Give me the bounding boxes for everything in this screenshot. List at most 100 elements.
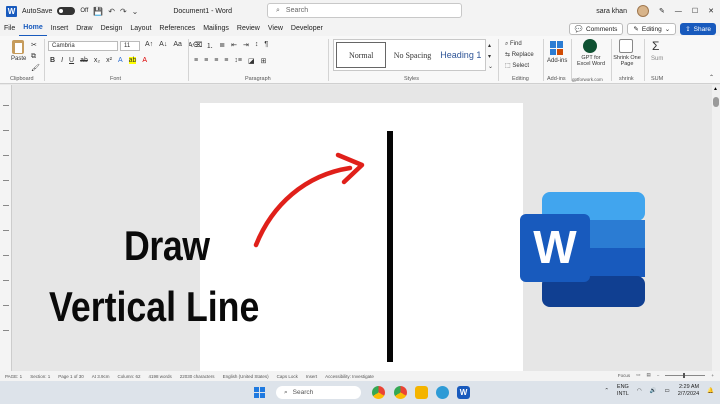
text-effects-icon[interactable]: A [118, 57, 123, 64]
zoom-in-icon[interactable]: + [711, 373, 714, 378]
read-mode-icon[interactable]: ▭ [636, 372, 640, 378]
shrink-page-icon[interactable] [619, 39, 633, 53]
zoom-out-icon[interactable]: − [657, 373, 660, 378]
search-box[interactable]: ⌕ Search [267, 3, 462, 18]
customize-icon[interactable]: ⌄ [132, 7, 139, 16]
align-left-icon[interactable]: ≡ [194, 57, 198, 65]
tab-home[interactable]: Home [19, 21, 47, 37]
status-insert[interactable]: Insert [306, 374, 317, 379]
addins-label[interactable]: Add-ins [547, 58, 567, 64]
numbering-icon[interactable]: ⒈ [206, 41, 213, 51]
styles-expand-icon[interactable]: ⌄ [488, 63, 493, 70]
status-focus[interactable]: Focus [618, 373, 630, 378]
gpt-icon[interactable] [583, 39, 597, 53]
comments-button[interactable]: 💬 Comments [568, 23, 624, 35]
find-button[interactable]: ⌕ Find [505, 39, 534, 50]
status-caps[interactable]: Caps Lock [277, 374, 298, 379]
justify-icon[interactable]: ≡ [224, 57, 228, 65]
styles-scroll-up-icon[interactable]: ▴ [488, 42, 491, 49]
borders-icon[interactable]: ⊞ [261, 57, 267, 65]
status-language[interactable]: English (United States) [223, 374, 269, 379]
change-case-icon[interactable]: Aa [173, 41, 182, 49]
paste-icon[interactable] [12, 40, 24, 54]
status-words[interactable]: 4198 words [149, 374, 172, 379]
clock[interactable]: 2:29 AM 2/7/2024 [678, 384, 699, 398]
styles-scroll-down-icon[interactable]: ▾ [488, 53, 491, 60]
status-accessibility[interactable]: Accessibility: Investigate [325, 374, 374, 379]
tab-mailings[interactable]: Mailings [199, 22, 233, 36]
shrink-label[interactable]: Shrink One Page [612, 55, 642, 67]
print-layout-icon[interactable]: ▤ [646, 372, 650, 378]
format-painter-icon[interactable]: 🖌 [31, 64, 40, 72]
start-icon[interactable] [254, 387, 265, 398]
status-column[interactable]: Column: 62 [118, 374, 141, 379]
replace-button[interactable]: ⇆ Replace [505, 50, 534, 61]
copy-icon[interactable]: ⧉ [31, 53, 36, 61]
paste-label[interactable]: Paste [11, 56, 26, 62]
strikethrough-icon[interactable]: ab [80, 57, 88, 64]
zoom-slider[interactable] [665, 372, 706, 378]
status-page[interactable]: PAGE: 1 [5, 374, 22, 379]
align-right-icon[interactable]: ≡ [214, 57, 218, 65]
collapse-ribbon-icon[interactable]: ⌃ [709, 74, 714, 81]
chevron-up-icon[interactable]: ⌃ [604, 388, 609, 394]
battery-icon[interactable]: ▭ [665, 388, 670, 394]
notification-icon[interactable]: 🔔 [707, 388, 714, 394]
grow-font-icon[interactable]: A↑ [145, 41, 153, 49]
align-center-icon[interactable]: ≡ [204, 57, 208, 65]
tab-insert[interactable]: Insert [47, 22, 73, 36]
maximize-icon[interactable]: ☐ [692, 7, 698, 15]
line-spacing-icon[interactable]: ↕≡ [234, 57, 242, 65]
tab-references[interactable]: References [155, 22, 199, 36]
bullets-icon[interactable]: ☰ [194, 41, 200, 51]
redo-icon[interactable]: ↷ [120, 7, 127, 16]
font-color-icon[interactable]: A [142, 57, 147, 64]
font-name-box[interactable]: Cambria [48, 41, 118, 51]
status-characters[interactable]: 22030 characters [180, 374, 215, 379]
undo-icon[interactable]: ↶ [108, 7, 115, 16]
italic-icon[interactable]: I [61, 57, 63, 64]
tab-review[interactable]: Review [233, 22, 264, 36]
shrink-font-icon[interactable]: A↓ [159, 41, 167, 49]
vertical-scrollbar[interactable]: ▲ [712, 85, 720, 371]
superscript-icon[interactable]: x² [106, 57, 112, 64]
addins-icon[interactable] [550, 41, 564, 55]
file-explorer-icon[interactable] [415, 386, 428, 399]
sum-icon[interactable]: Σ [652, 39, 659, 53]
tab-layout[interactable]: Layout [126, 22, 155, 36]
scroll-up-icon[interactable]: ▲ [713, 86, 718, 92]
sort-icon[interactable]: ↕ [255, 41, 259, 51]
highlight-icon[interactable]: ab [128, 57, 137, 64]
taskbar-search[interactable]: ⌕ Search [276, 386, 361, 399]
bold-icon[interactable]: B [50, 57, 55, 64]
pilcrow-icon[interactable]: ¶ [264, 41, 268, 51]
tab-design[interactable]: Design [97, 22, 127, 36]
decrease-indent-icon[interactable]: ⇤ [231, 41, 237, 51]
user-name[interactable]: sara khan [596, 8, 627, 15]
select-button[interactable]: ⬚ Select [505, 61, 534, 72]
pen-icon[interactable]: ✎ [659, 7, 665, 15]
style-normal[interactable]: Normal [336, 42, 387, 68]
subscript-icon[interactable]: x₂ [94, 57, 100, 64]
volume-icon[interactable]: 🔊 [650, 388, 657, 394]
tab-developer[interactable]: Developer [287, 22, 327, 36]
underline-icon[interactable]: U [69, 57, 74, 64]
style-no-spacing[interactable]: No Spacing [388, 40, 436, 70]
cut-icon[interactable]: ✂ [31, 41, 37, 49]
save-icon[interactable]: 💾 [93, 7, 103, 16]
chrome-icon[interactable] [394, 386, 407, 399]
edge-icon[interactable] [436, 386, 449, 399]
word-taskbar-icon[interactable]: W [457, 386, 470, 399]
share-button[interactable]: ⇪ Share [680, 23, 716, 35]
vertical-line-shape[interactable] [387, 131, 393, 362]
wifi-icon[interactable]: ◠ [637, 388, 642, 394]
sum-label[interactable]: Sum [651, 56, 663, 62]
avatar[interactable] [636, 5, 649, 17]
chrome-icon[interactable] [372, 386, 385, 399]
tab-view[interactable]: View [264, 22, 287, 36]
status-at[interactable]: At 3.9cm [92, 374, 110, 379]
tab-draw[interactable]: Draw [72, 22, 96, 36]
editing-mode-button[interactable]: ✎ Editing ⌄ [627, 23, 677, 35]
tab-file[interactable]: File [0, 22, 19, 36]
close-icon[interactable]: ✕ [708, 7, 714, 15]
